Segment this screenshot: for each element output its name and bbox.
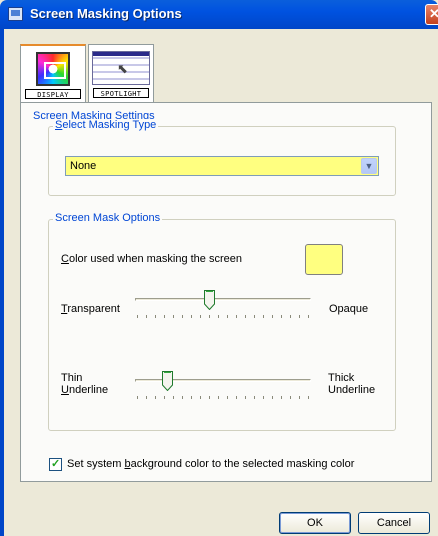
underline-slider-ticks — [137, 396, 309, 399]
tab-spotlight[interactable]: SPOTLIGHT — [88, 44, 154, 102]
masking-type-value: None — [70, 160, 97, 172]
title-bar[interactable]: Screen Masking Options — [0, 0, 438, 29]
window-title: Screen Masking Options — [30, 6, 182, 21]
masking-type-title: Select Masking Type — [53, 119, 159, 131]
cancel-button[interactable]: Cancel — [358, 512, 430, 534]
app-icon — [8, 7, 23, 21]
chevron-down-icon[interactable]: ▼ — [361, 158, 377, 174]
masking-type-group: Select Masking Type None ▼ — [48, 119, 396, 196]
tab-display[interactable]: DISPLAY — [20, 44, 86, 104]
underline-max-label-line1: Thick — [328, 372, 355, 384]
spotlight-icon — [92, 51, 150, 85]
screen-masking-settings-group: Screen Masking Settings Select Masking T… — [31, 110, 427, 475]
underline-slider-thumb[interactable] — [161, 371, 173, 392]
transparency-min-label: Transparent — [61, 303, 120, 315]
system-background-checkbox[interactable] — [49, 457, 62, 471]
underline-min-label-line2: Underline — [61, 384, 109, 396]
mask-color-swatch[interactable] — [305, 244, 343, 275]
system-background-label[interactable]: Set system background color to the selec… — [67, 458, 354, 470]
close-button[interactable] — [425, 4, 438, 25]
transparency-max-label: Opaque — [329, 303, 369, 315]
window-frame — [0, 29, 4, 536]
ok-button[interactable]: OK — [279, 512, 351, 534]
screen-masking-dialog: Screen Masking Options DISPLAY SPOTLIGHT… — [0, 0, 438, 536]
screen-mask-options-group: Screen Mask Options Color used when mask… — [48, 212, 396, 431]
transparency-slider-track[interactable] — [135, 298, 311, 301]
underline-max-label-line2: Underline — [328, 384, 376, 396]
display-icon — [36, 52, 70, 86]
tab-display-label: DISPLAY — [25, 89, 81, 99]
masking-type-select[interactable]: None ▼ — [65, 156, 379, 176]
transparency-slider-thumb[interactable] — [203, 290, 215, 311]
underline-min-label-line1: Thin — [61, 372, 83, 384]
tab-panel-display: Screen Masking Settings Select Masking T… — [20, 102, 432, 482]
mask-color-label: Color used when masking the screen — [61, 253, 242, 265]
screen-mask-options-title: Screen Mask Options — [53, 212, 163, 224]
transparency-slider-ticks — [137, 315, 309, 318]
tab-spotlight-label: SPOTLIGHT — [93, 88, 149, 98]
